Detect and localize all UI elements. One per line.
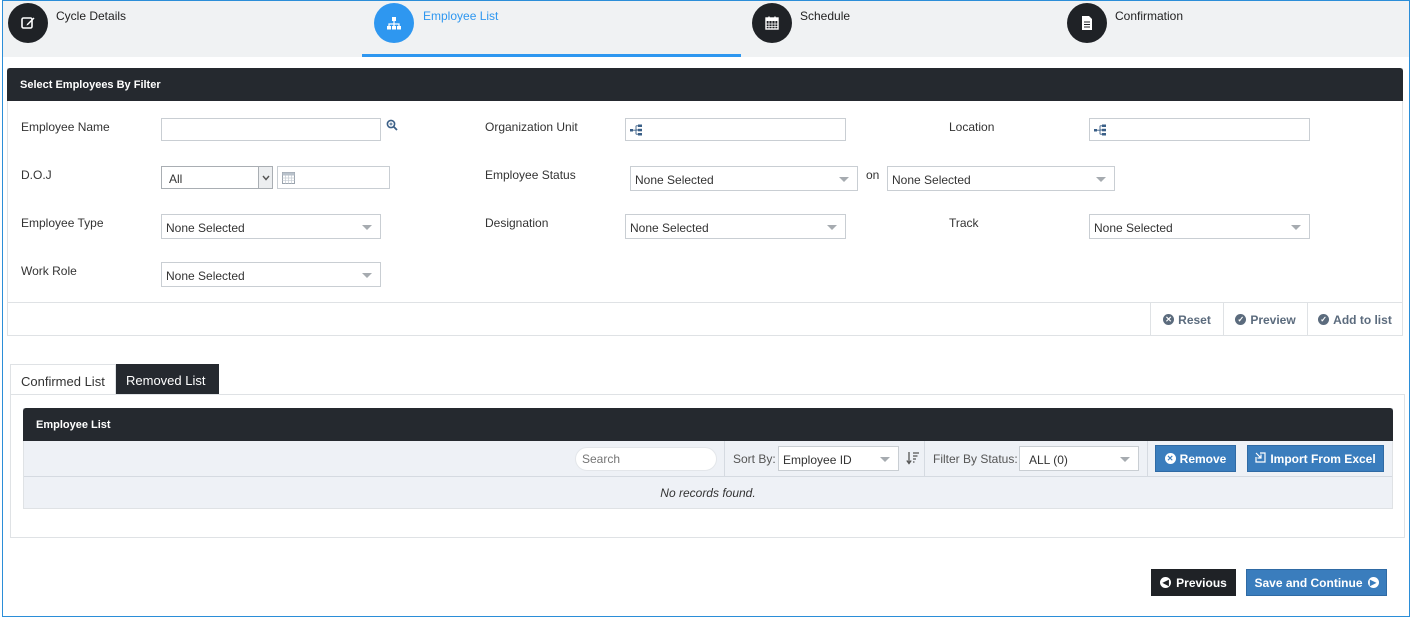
caret-down-icon <box>362 225 372 230</box>
employee-status-select[interactable]: None Selected <box>630 166 858 191</box>
tab-content: Employee List Sort By: Employee ID Filte… <box>10 394 1405 538</box>
employee-name-input[interactable] <box>161 118 381 141</box>
previous-button[interactable]: ◀ Previous <box>1151 569 1236 596</box>
caret-down-icon <box>839 177 849 182</box>
preview-button[interactable]: ✓ Preview <box>1223 303 1307 336</box>
org-unit-input[interactable] <box>625 118 846 141</box>
work-role-select[interactable]: None Selected <box>161 262 381 287</box>
filter-panel-title: Select Employees By Filter <box>7 68 1403 101</box>
preview-label: Preview <box>1250 312 1296 327</box>
org-tree-icon[interactable] <box>1094 124 1108 136</box>
doj-label: D.O.J <box>21 168 52 182</box>
employee-type-label: Employee Type <box>21 216 104 230</box>
caret-down-icon <box>1291 225 1301 230</box>
employee-name-label: Employee Name <box>21 120 110 134</box>
previous-label: Previous <box>1176 575 1227 590</box>
employee-list-panel: Employee List Sort By: Employee ID Filte… <box>23 408 1393 509</box>
active-step-indicator <box>362 54 741 57</box>
list-toolbar: Sort By: Employee ID Filter By Status: A… <box>24 441 1392 477</box>
employee-list-title: Employee List <box>23 408 1393 441</box>
work-role-label: Work Role <box>21 264 77 278</box>
chevron-left-icon: ◀ <box>1160 577 1172 588</box>
employee-status-value: None Selected <box>635 173 714 187</box>
caret-down-icon <box>1096 177 1106 182</box>
search-icon[interactable] <box>386 119 398 134</box>
step-label: Schedule <box>800 9 851 23</box>
track-value: None Selected <box>1094 221 1173 235</box>
edit-icon <box>8 3 48 43</box>
employee-status-label: Employee Status <box>485 168 576 182</box>
import-from-excel-button[interactable]: Import From Excel <box>1247 445 1384 472</box>
save-and-continue-label: Save and Continue <box>1254 575 1363 590</box>
save-and-continue-button[interactable]: Save and Continue ▶ <box>1246 569 1387 596</box>
divider <box>924 441 925 476</box>
divider <box>724 441 725 476</box>
remove-label: Remove <box>1179 451 1227 466</box>
org-unit-label: Organization Unit <box>485 120 578 134</box>
calendar-icon <box>752 3 792 43</box>
filter-by-status-label: Filter By Status: <box>933 452 1018 466</box>
sort-order-icon[interactable] <box>906 451 920 468</box>
status-on-select[interactable]: None Selected <box>887 166 1115 191</box>
divider <box>1147 441 1148 476</box>
doj-select-value: All <box>169 172 183 186</box>
empty-message: No records found. <box>660 486 756 500</box>
org-tree-icon[interactable] <box>630 124 644 136</box>
doj-select[interactable]: All <box>161 166 273 189</box>
sort-by-select[interactable]: Employee ID <box>778 446 899 471</box>
location-label: Location <box>949 120 995 134</box>
search-input[interactable] <box>575 447 717 471</box>
work-role-value: None Selected <box>166 269 245 283</box>
check-circle-icon: ✓ <box>1318 314 1330 325</box>
calendar-icon[interactable] <box>282 171 295 187</box>
sitemap-icon <box>374 3 414 43</box>
filter-by-status-value: ALL (0) <box>1029 453 1068 467</box>
close-circle-icon: ✕ <box>1164 453 1176 464</box>
step-label: Confirmation <box>1115 9 1184 23</box>
close-circle-icon: ✕ <box>1163 314 1175 325</box>
page-frame: Cycle Details Employee List Schedule Con… <box>2 0 1410 617</box>
import-label: Import From Excel <box>1270 451 1376 466</box>
remove-button[interactable]: ✕ Remove <box>1155 445 1236 472</box>
on-label: on <box>866 168 880 182</box>
import-icon <box>1255 451 1266 466</box>
tab-confirmed-list[interactable]: Confirmed List <box>10 364 116 395</box>
location-input[interactable] <box>1089 118 1310 141</box>
designation-value: None Selected <box>630 221 709 235</box>
step-label: Cycle Details <box>56 9 127 23</box>
filter-by-status-select[interactable]: ALL (0) <box>1019 446 1139 471</box>
chevron-right-icon: ▶ <box>1367 577 1379 588</box>
status-on-value: None Selected <box>892 173 971 187</box>
employee-type-value: None Selected <box>166 221 245 235</box>
tab-removed-list[interactable]: Removed List <box>116 364 219 395</box>
chevron-down-icon <box>258 167 272 188</box>
check-circle-icon: ✓ <box>1235 314 1247 325</box>
caret-down-icon <box>880 457 890 462</box>
caret-down-icon <box>1120 457 1130 462</box>
add-to-list-button[interactable]: ✓ Add to list <box>1307 303 1402 336</box>
caret-down-icon <box>827 225 837 230</box>
filter-actions: ✕ Reset ✓ Preview ✓ Add to list <box>8 302 1402 336</box>
track-select[interactable]: None Selected <box>1089 214 1310 239</box>
employee-type-select[interactable]: None Selected <box>161 214 381 239</box>
sort-by-value: Employee ID <box>783 453 852 467</box>
reset-button[interactable]: ✕ Reset <box>1150 303 1223 336</box>
document-icon <box>1067 3 1107 43</box>
designation-label: Designation <box>485 216 549 230</box>
caret-down-icon <box>362 273 372 278</box>
wizard-steps: Cycle Details Employee List Schedule Con… <box>3 1 1409 57</box>
step-label: Employee List <box>423 9 499 23</box>
add-to-list-label: Add to list <box>1333 312 1392 327</box>
filter-panel: Select Employees By Filter Employee Name… <box>7 68 1403 336</box>
designation-select[interactable]: None Selected <box>625 214 846 239</box>
doj-date-input[interactable] <box>277 166 390 189</box>
sort-by-label: Sort By: <box>733 452 776 466</box>
reset-label: Reset <box>1178 312 1211 327</box>
track-label: Track <box>949 216 979 230</box>
